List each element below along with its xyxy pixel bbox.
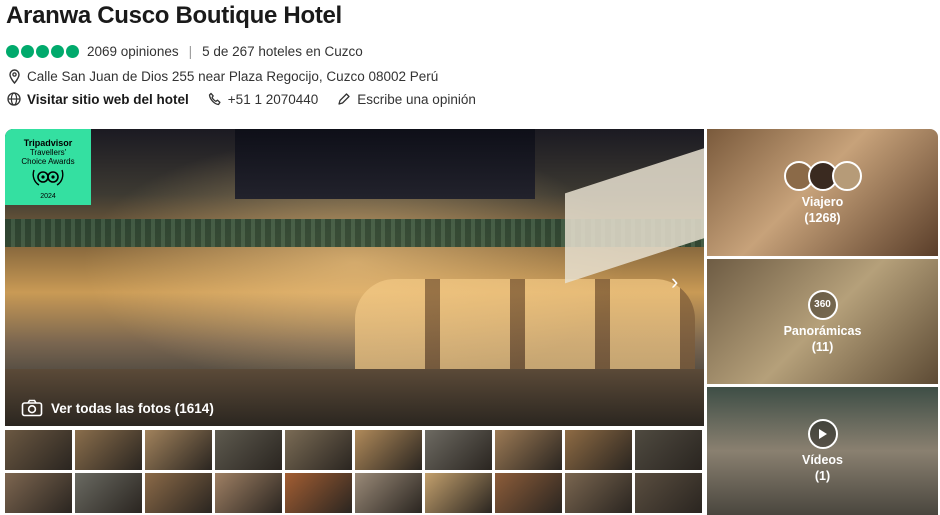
photo-thumbnail[interactable]: [5, 473, 72, 513]
photo-thumbnail[interactable]: [145, 430, 212, 470]
rating-bubbles: [6, 45, 79, 58]
view-all-photos-label: Ver todas las fotos (1614): [51, 400, 214, 416]
camera-icon: [21, 399, 43, 417]
photo-thumbnail[interactable]: [75, 430, 142, 470]
phone-icon: [207, 91, 223, 107]
videos-label: Vídeos: [802, 453, 843, 467]
photo-thumbnail[interactable]: [565, 473, 632, 513]
photo-thumbnail[interactable]: [355, 430, 422, 470]
photo-thumbnail[interactable]: [355, 473, 422, 513]
visit-website-link[interactable]: Visitar sitio web del hotel: [27, 92, 189, 107]
rating-bubble: [6, 45, 19, 58]
address-link[interactable]: Calle San Juan de Dios 255 near Plaza Re…: [27, 69, 438, 84]
pencil-icon: [336, 91, 352, 107]
next-photo-arrow-icon[interactable]: ›: [671, 269, 678, 295]
videos-tile[interactable]: Vídeos (1): [707, 387, 938, 515]
ranking-link[interactable]: 5 de 267 hoteles en Cuzco: [202, 44, 363, 59]
avatar: [831, 160, 862, 191]
photo-thumbnail[interactable]: [425, 430, 492, 470]
videos-count: (1): [814, 469, 831, 483]
photo-thumbnail[interactable]: [635, 473, 702, 513]
photo-thumbnail[interactable]: [145, 473, 212, 513]
360-icon: 360: [807, 289, 838, 320]
photo-thumbnail[interactable]: [495, 473, 562, 513]
rating-row: 2069 opiniones | 5 de 267 hoteles en Cuz…: [6, 44, 363, 59]
address-row: Calle San Juan de Dios 255 near Plaza Re…: [6, 68, 438, 84]
rating-bubble: [21, 45, 34, 58]
main-photo[interactable]: Tripadvisor Travellers' Choice Awards 20…: [5, 129, 704, 426]
panoramic-label: Panorámicas: [783, 323, 862, 338]
divider: |: [188, 44, 193, 59]
photo-thumbnail[interactable]: [215, 430, 282, 470]
traveler-avatars: [783, 160, 862, 191]
view-all-photos-button[interactable]: Ver todas las fotos (1614): [21, 399, 214, 417]
photo-thumbnail[interactable]: [285, 430, 352, 470]
panoramic-photos-tile[interactable]: 360 Panorámicas (11): [707, 259, 938, 384]
traveler-count: (1268): [804, 210, 841, 225]
globe-icon: [6, 91, 22, 107]
thumbnail-strip: [5, 430, 704, 515]
photo-thumbnail[interactable]: [635, 430, 702, 470]
reviews-count-link[interactable]: 2069 opiniones: [87, 44, 179, 59]
map-pin-icon: [6, 68, 22, 84]
rating-bubble: [51, 45, 64, 58]
owl-laurel-icon: [32, 169, 64, 186]
travellers-choice-badge: Tripadvisor Travellers' Choice Awards 20…: [5, 129, 91, 205]
hotel-name: Aranwa Cusco Boutique Hotel: [6, 2, 342, 29]
rating-bubble: [36, 45, 49, 58]
write-review-link[interactable]: Escribe una opinión: [357, 92, 476, 107]
phone-link[interactable]: +51 1 2070440: [228, 92, 318, 107]
photo-thumbnail[interactable]: [565, 430, 632, 470]
panoramic-count: (11): [811, 339, 834, 354]
photo-thumbnail[interactable]: [215, 473, 282, 513]
photo-thumbnail[interactable]: [495, 430, 562, 470]
contact-row: Visitar sitio web del hotel +51 1 207044…: [6, 91, 476, 107]
rating-bubble: [66, 45, 79, 58]
photo-gallery: Tripadvisor Travellers' Choice Awards 20…: [5, 129, 938, 515]
photo-thumbnail[interactable]: [75, 473, 142, 513]
traveler-label: Viajero: [801, 194, 844, 209]
play-icon: [807, 419, 838, 449]
photo-thumbnail[interactable]: [5, 430, 72, 470]
traveler-photos-tile[interactable]: Viajero (1268): [707, 129, 938, 256]
photo-thumbnail[interactable]: [285, 473, 352, 513]
photo-thumbnail[interactable]: [425, 473, 492, 513]
